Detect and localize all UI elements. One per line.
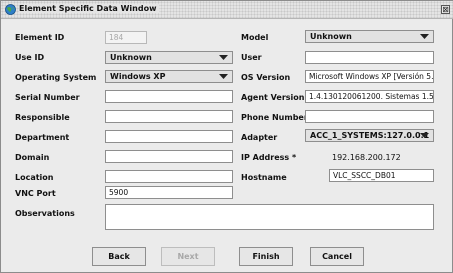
domain-label: Domain bbox=[15, 153, 50, 162]
model-select[interactable]: Unknown bbox=[305, 30, 434, 43]
os-version-label: OS Version bbox=[241, 73, 291, 82]
adapter-select[interactable]: ACC_1_SYSTEMS:127.0.0.1 bbox=[305, 129, 434, 142]
responsible-label: Responsible bbox=[15, 113, 70, 122]
observations-textarea[interactable] bbox=[105, 204, 434, 230]
user-field[interactable] bbox=[305, 51, 434, 64]
adapter-value: ACC_1_SYSTEMS:127.0.0.1 bbox=[310, 131, 430, 140]
globe-icon bbox=[5, 4, 16, 15]
ip-address-label: IP Address * bbox=[241, 153, 297, 162]
next-button: Next bbox=[161, 247, 215, 266]
cancel-button[interactable]: Cancel bbox=[310, 247, 364, 266]
element-id-label: Element ID bbox=[15, 33, 65, 42]
agent-version-field[interactable]: 1.4.130120061200. Sistemas 1.5 bbox=[305, 90, 434, 103]
observations-label: Observations bbox=[15, 209, 75, 218]
serial-number-label: Serial Number bbox=[15, 93, 80, 102]
vnc-port-field[interactable]: 5900 bbox=[105, 186, 233, 199]
element-id-field: 184 bbox=[105, 31, 147, 44]
domain-field[interactable] bbox=[105, 150, 233, 163]
serial-number-field[interactable] bbox=[105, 90, 233, 103]
hostname-field[interactable]: VLC_SSCC_DB01 bbox=[329, 169, 434, 182]
location-label: Location bbox=[15, 173, 54, 182]
vnc-port-label: VNC Port bbox=[15, 189, 56, 198]
adapter-label: Adapter bbox=[241, 133, 278, 142]
use-id-select[interactable]: Unknown bbox=[105, 51, 233, 64]
user-label: User bbox=[241, 53, 262, 62]
close-button[interactable]: ⊠ bbox=[441, 5, 450, 14]
use-id-label: Use ID bbox=[15, 53, 45, 62]
phone-number-label: Phone Number bbox=[241, 113, 308, 122]
location-field[interactable] bbox=[105, 170, 233, 183]
department-field[interactable] bbox=[105, 130, 233, 143]
os-version-field[interactable]: Microsoft Windows XP [Versión 5.1.2 bbox=[305, 70, 434, 83]
window-title: Element Specific Data Window bbox=[19, 4, 160, 13]
ip-address-value: 192.168.200.172 bbox=[332, 153, 401, 162]
back-button[interactable]: Back bbox=[92, 247, 146, 266]
operating-system-label: Operating System bbox=[15, 73, 97, 82]
use-id-value: Unknown bbox=[110, 53, 152, 62]
department-label: Department bbox=[15, 133, 70, 142]
triangle-down-icon bbox=[420, 34, 429, 39]
operating-system-value: Windows XP bbox=[110, 72, 166, 81]
title-bar[interactable]: Element Specific Data Window ⊠ bbox=[1, 1, 453, 19]
phone-number-field[interactable] bbox=[305, 110, 434, 123]
operating-system-select[interactable]: Windows XP bbox=[105, 70, 233, 83]
triangle-down-icon bbox=[420, 133, 429, 138]
finish-button[interactable]: Finish bbox=[239, 247, 293, 266]
hostname-label: Hostname bbox=[241, 173, 287, 182]
model-label: Model bbox=[241, 33, 269, 42]
triangle-down-icon bbox=[219, 55, 228, 60]
element-specific-data-window: Element Specific Data Window ⊠ Element I… bbox=[0, 0, 453, 273]
model-value: Unknown bbox=[310, 32, 352, 41]
responsible-field[interactable] bbox=[105, 110, 233, 123]
agent-version-label: Agent Version bbox=[241, 93, 305, 102]
triangle-down-icon bbox=[219, 74, 228, 79]
